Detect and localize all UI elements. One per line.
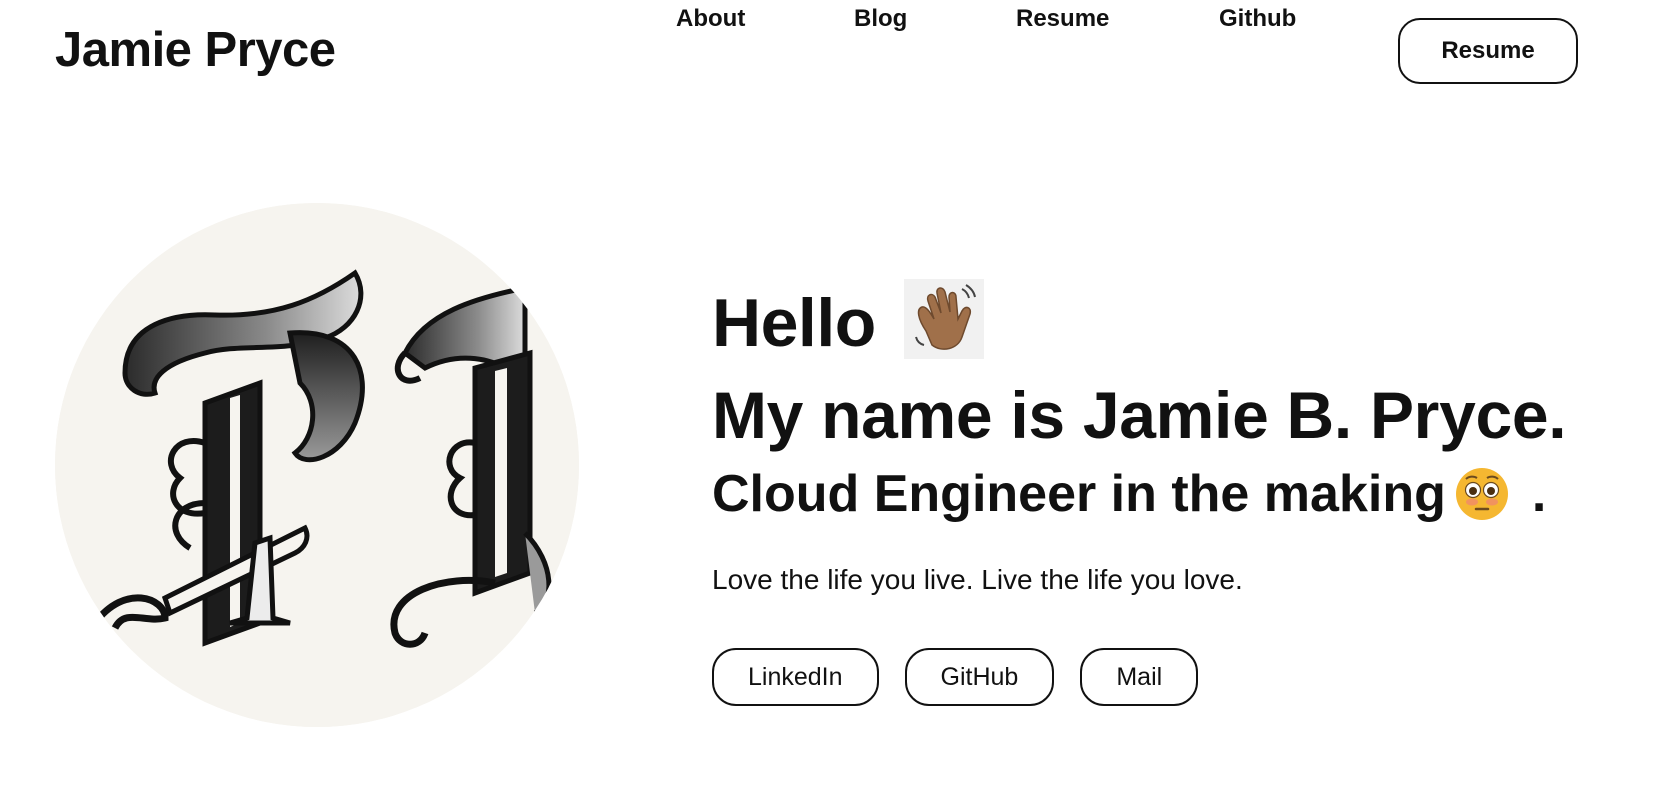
avatar [55,203,579,727]
github-button[interactable]: GitHub [904,648,1055,706]
role-heading: Cloud Engineer in the making . [712,466,1632,522]
mail-button[interactable]: Mail [1080,648,1199,706]
flushed-face-icon [1454,466,1510,522]
hero-section: Hello My name is Jamie B. Pryce. Cloud E… [712,270,1632,706]
tagline: Love the life you live. Live the life yo… [712,564,1243,595]
nav-link-blog[interactable]: Blog [854,5,907,33]
role-text: Cloud Engineer in the making [712,465,1446,523]
linkedin-button[interactable]: LinkedIn [712,648,879,706]
waving-hand-icon [903,279,984,359]
nav-link-github[interactable]: Github [1219,5,1296,33]
nav-link-about[interactable]: About [676,5,745,33]
monogram-logo-image [55,203,579,727]
role-period: . [1531,465,1547,523]
resume-button[interactable]: Resume [1398,18,1578,84]
top-navbar: Jamie Pryce About Blog Resume Github Res… [0,0,1668,110]
site-title[interactable]: Jamie Pryce [55,22,336,78]
nav-link-resume[interactable]: Resume [1016,5,1109,33]
name-heading: My name is Jamie B. Pryce. [712,378,1567,452]
greeting-heading: Hello [712,285,876,361]
greeting-row: Hello [712,270,1632,368]
social-links: LinkedIn GitHub Mail [712,648,1632,706]
